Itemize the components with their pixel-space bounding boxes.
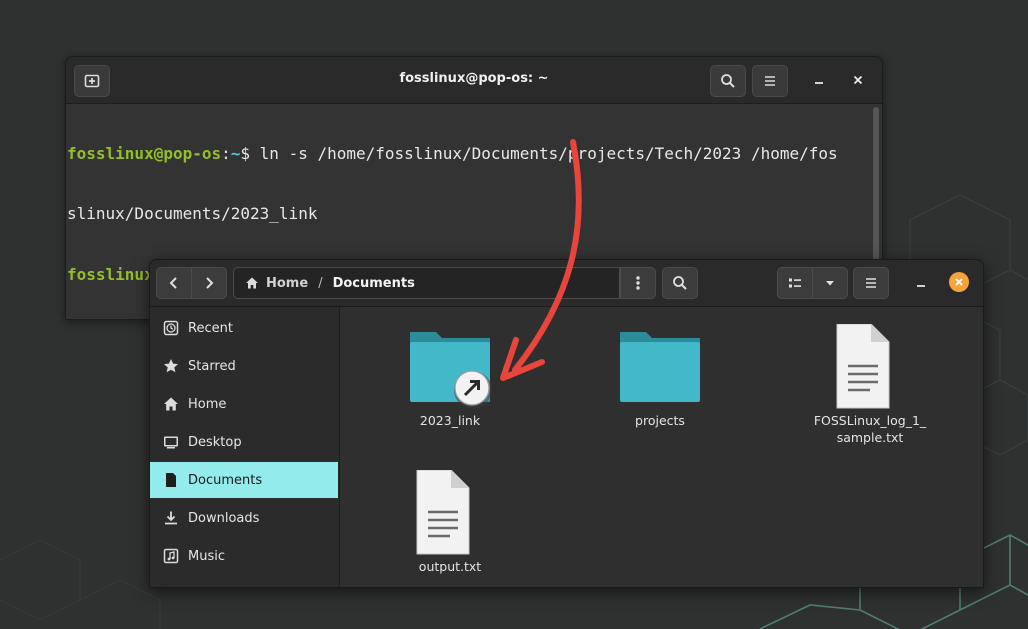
chevron-left-icon	[169, 277, 177, 289]
clock-icon	[163, 320, 179, 336]
text-file-icon	[416, 469, 470, 555]
sidebar-item-home[interactable]: Home	[150, 386, 338, 422]
sidebar-item-label: Music	[188, 548, 225, 564]
sidebar-item-recent[interactable]: Recent	[150, 310, 338, 346]
view-mode-button[interactable]	[777, 267, 813, 299]
command-continuation: slinux/Documents/2023_link	[67, 204, 318, 223]
terminal-search-button[interactable]	[710, 65, 746, 97]
prompt-colon: :	[221, 144, 231, 163]
download-icon	[163, 510, 179, 526]
file-grid: 2023_link projects FOSSLinux_log_1_ samp…	[340, 307, 983, 587]
file-item-2023-link[interactable]: 2023_link	[385, 324, 515, 429]
breadcrumb-home[interactable]: Home	[266, 276, 308, 291]
files-minimize-button[interactable]	[908, 270, 934, 296]
file-name: 2023_link	[419, 413, 481, 428]
sidebar-item-starred[interactable]: Starred	[150, 348, 338, 384]
breadcrumb-documents[interactable]: Documents	[333, 276, 415, 291]
sidebar-item-label: Recent	[188, 320, 233, 336]
sidebar-item-downloads[interactable]: Downloads	[150, 500, 338, 536]
sidebar-item-desktop[interactable]: Desktop	[150, 424, 338, 460]
files-header-bar: Home / Documents	[150, 260, 983, 307]
home-icon	[246, 277, 258, 289]
document-icon	[163, 472, 179, 488]
chevron-right-icon	[206, 277, 214, 289]
command-text: ln -s /home/fosslinux/Documents/projects…	[259, 144, 838, 163]
file-item-fosslinux-log[interactable]: FOSSLinux_log_1_ sample.txt	[805, 323, 935, 446]
sidebar-item-label: Documents	[188, 472, 263, 488]
prompt-user: fosslinux@pop-os	[67, 144, 222, 163]
sidebar-item-label: Starred	[188, 358, 236, 374]
terminal-close-button[interactable]	[845, 67, 871, 93]
sidebar-item-music[interactable]: Music	[150, 538, 338, 574]
hamburger-menu-icon	[765, 76, 775, 86]
folder-icon	[620, 332, 700, 402]
terminal-menu-button[interactable]	[752, 65, 788, 97]
home-icon	[163, 396, 179, 412]
breadcrumb-separator: /	[318, 275, 323, 291]
prompt-dollar: $	[240, 144, 260, 163]
sidebar: Recent Starred Home Desktop Documents Do…	[150, 307, 340, 587]
view-options-button[interactable]	[812, 267, 848, 299]
files-search-button[interactable]	[662, 267, 698, 299]
hamburger-menu-icon	[866, 278, 876, 288]
close-icon	[853, 75, 863, 85]
close-icon	[955, 278, 963, 286]
files-close-button[interactable]	[949, 272, 969, 292]
chevron-down-icon	[826, 281, 834, 286]
vertical-dots-icon	[636, 276, 640, 290]
file-item-output[interactable]: output.txt	[385, 469, 515, 575]
minimize-icon	[815, 82, 823, 84]
star-icon	[163, 358, 179, 374]
file-name: FOSSLinux_log_1_ sample.txt	[813, 413, 927, 445]
terminal-minimize-button[interactable]	[806, 67, 832, 93]
terminal-line: fosslinux@pop-os:~$ ln -s /home/fosslinu…	[67, 144, 873, 164]
desktop-icon	[163, 434, 179, 450]
sidebar-item-label: Desktop	[188, 434, 242, 450]
file-item-projects[interactable]: projects	[595, 324, 725, 429]
search-icon	[673, 276, 687, 290]
folder-link-icon	[410, 332, 492, 409]
search-icon	[721, 74, 735, 88]
file-name: projects	[635, 413, 685, 428]
text-file-icon	[836, 323, 890, 409]
terminal-line: slinux/Documents/2023_link	[67, 204, 873, 224]
file-name: output.txt	[418, 559, 482, 574]
back-button[interactable]	[156, 267, 192, 299]
sidebar-item-label: Downloads	[188, 510, 260, 526]
path-options-button[interactable]	[620, 267, 656, 299]
files-window[interactable]: Home / Documents Recent Starred Home Des…	[149, 259, 984, 588]
sidebar-item-label: Home	[188, 396, 227, 412]
sidebar-item-documents[interactable]: Documents	[150, 462, 338, 498]
forward-button[interactable]	[191, 267, 227, 299]
prompt-dir: ~	[230, 144, 241, 163]
music-icon	[163, 548, 179, 564]
terminal-header-bar: fosslinux@pop-os: ~	[66, 57, 882, 104]
minimize-icon	[917, 285, 925, 287]
list-view-icon	[789, 278, 801, 288]
breadcrumb[interactable]: Home / Documents	[233, 267, 620, 299]
files-menu-button[interactable]	[853, 267, 889, 299]
